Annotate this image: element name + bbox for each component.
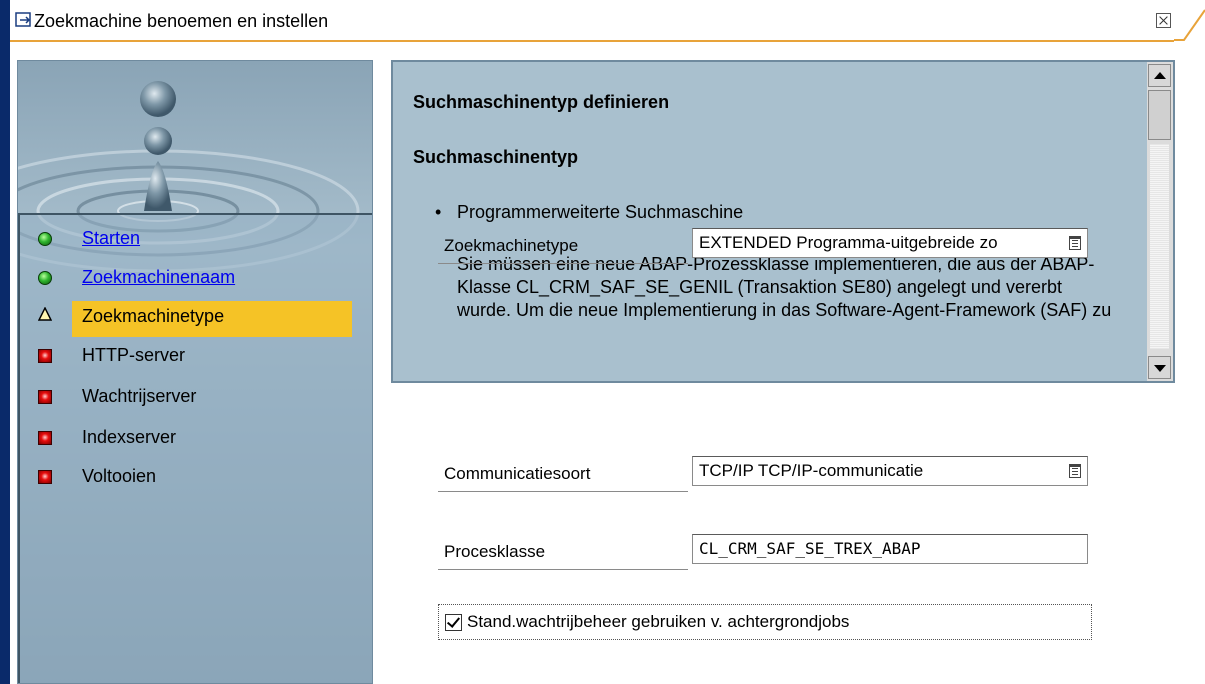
help-text-content: Suchmaschinentyp definieren Suchmaschine… [413, 92, 1143, 322]
status-red-icon [38, 431, 52, 445]
queue-checkbox-row[interactable]: Stand.wachtrijbeheer gebruiken v. achter… [438, 604, 1092, 640]
step-starten[interactable]: Starten [20, 221, 360, 258]
status-green-icon [38, 232, 52, 246]
step-label: Zoekmachinetype [82, 306, 225, 326]
title-bar: Zoekmachine benoemen en instellen [0, 0, 1205, 42]
comm-type-dropdown[interactable]: TCP/IP TCP/IP-communicatie [692, 456, 1088, 486]
close-icon[interactable] [1156, 13, 1171, 28]
help-bullet: Programmerweiterte Suchmaschine [435, 202, 1173, 223]
main-area: Starten Zoekmachinenaam Zoekmachinetype … [0, 42, 1205, 684]
warning-triangle-icon [38, 307, 52, 321]
step-label[interactable]: Zoekmachinenaam [82, 267, 235, 288]
process-class-value[interactable]: CL_CRM_SAF_SE_TREX_ABAP [699, 539, 921, 558]
step-indexserver: Indexserver [20, 420, 360, 457]
help-text-panel: Suchmaschinentyp definieren Suchmaschine… [391, 60, 1175, 383]
window-title: Zoekmachine benoemen en instellen [34, 11, 329, 31]
window-edge [0, 0, 10, 42]
status-red-icon [38, 470, 52, 484]
status-red-icon [38, 390, 52, 404]
queue-checkbox[interactable] [445, 614, 462, 631]
tab-corner-decoration [1174, 9, 1205, 41]
step-wachtrijserver: Wachtrijserver [20, 379, 360, 416]
status-green-icon [38, 271, 52, 285]
step-label: Voltooien [82, 466, 157, 486]
step-label: Wachtrijserver [82, 386, 197, 406]
engine-type-value: EXTENDED Programma-uitgebreide zo [699, 233, 998, 252]
help-scrollbar[interactable] [1147, 62, 1173, 381]
step-http-server: HTTP-server [20, 338, 360, 375]
step-label: HTTP-server [82, 345, 185, 365]
comm-type-label: Communicatiesoort [438, 456, 688, 492]
engine-type-label: Zoekmachinetype [438, 228, 688, 264]
step-zoekmachinetype[interactable]: Zoekmachinetype [20, 299, 360, 337]
process-class-input[interactable]: CL_CRM_SAF_SE_TREX_ABAP [692, 534, 1088, 564]
step-voltooien: Voltooien [20, 459, 360, 496]
scroll-up-arrow-icon[interactable] [1148, 64, 1171, 87]
step-label[interactable]: Starten [82, 228, 140, 249]
window-menu-icon[interactable] [15, 12, 33, 28]
roadmap-panel: Starten Zoekmachinenaam Zoekmachinetype … [17, 60, 373, 684]
scroll-down-arrow-icon[interactable] [1148, 356, 1171, 379]
comm-type-value: TCP/IP TCP/IP-communicatie [699, 461, 924, 480]
dropdown-list-icon[interactable] [1069, 464, 1081, 478]
engine-type-dropdown[interactable]: EXTENDED Programma-uitgebreide zo [692, 228, 1088, 258]
scroll-thumb[interactable] [1148, 90, 1171, 140]
status-red-icon [38, 349, 52, 363]
process-class-label: Procesklasse [438, 534, 688, 570]
scroll-track[interactable] [1150, 144, 1169, 349]
help-heading: Suchmaschinentyp definieren [413, 92, 670, 112]
step-zoekmachinenaam[interactable]: Zoekmachinenaam [20, 260, 360, 297]
window-edge-left [0, 42, 10, 684]
dropdown-list-icon[interactable] [1069, 236, 1081, 250]
help-subheading: Suchmaschinentyp [413, 147, 579, 167]
roadmap-steps: Starten Zoekmachinenaam Zoekmachinetype … [18, 213, 372, 683]
step-label: Indexserver [82, 427, 177, 447]
queue-checkbox-label[interactable]: Stand.wachtrijbeheer gebruiken v. achter… [467, 612, 849, 632]
